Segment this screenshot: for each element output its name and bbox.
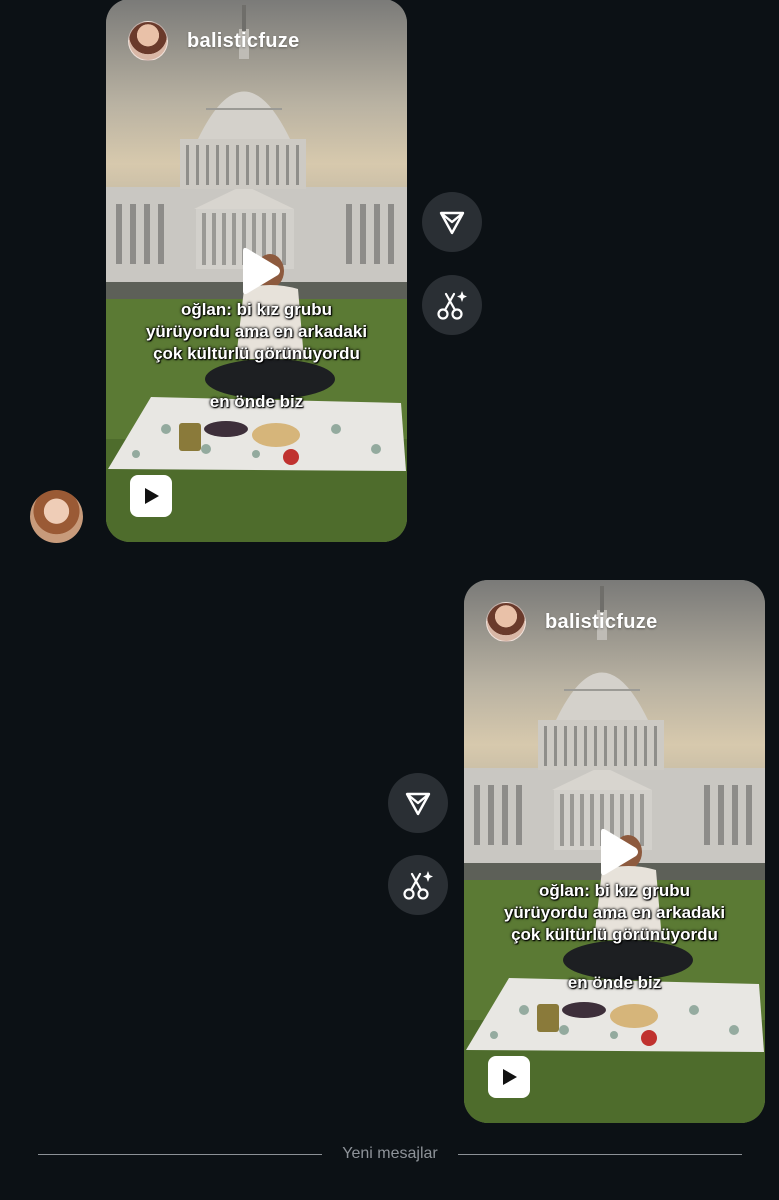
caption-line: oğlan: bi kız grubu xyxy=(538,881,691,900)
reels-play-icon xyxy=(130,475,172,517)
reel-caption: oğlan: bi kız grubu yürüyordu ama en ark… xyxy=(106,299,407,365)
ai-remix-icon xyxy=(403,871,433,900)
divider-line xyxy=(38,1153,323,1155)
reel-caption-sub: en önde biz xyxy=(567,973,662,992)
reel-caption-sub: en önde biz xyxy=(209,392,304,411)
play-icon[interactable] xyxy=(232,245,284,297)
divider-line xyxy=(457,1153,742,1155)
reel-caption: oğlan: bi kız grubu yürüyordu ama en ark… xyxy=(464,880,765,946)
caption-line: çok kültürlü görünüyordu xyxy=(153,344,360,363)
caption-line: çok kültürlü görünüyordu xyxy=(511,925,718,944)
ai-remix-button[interactable] xyxy=(422,275,482,335)
reel-header[interactable]: balisticfuze xyxy=(128,21,300,61)
caption-line: oğlan: bi kız grubu xyxy=(180,300,333,319)
reel-author-avatar[interactable] xyxy=(486,602,526,642)
reel-author-username[interactable]: balisticfuze xyxy=(187,30,300,53)
ai-remix-button[interactable] xyxy=(388,855,448,915)
new-messages-divider: Yeni mesajlar xyxy=(38,1145,742,1163)
share-icon xyxy=(405,792,431,816)
new-messages-label: Yeni mesajlar xyxy=(342,1145,438,1162)
shared-reel-card[interactable]: balisticfuze oğlan: bi kız grubu yürüyor… xyxy=(106,0,407,542)
caption-line: yürüyordu ama en arkadaki xyxy=(145,322,368,341)
share-button[interactable] xyxy=(422,192,482,252)
ai-remix-icon xyxy=(437,291,467,320)
reel-header[interactable]: balisticfuze xyxy=(486,602,658,642)
sender-avatar[interactable] xyxy=(30,490,83,543)
chat-thread: balisticfuze oğlan: bi kız grubu yürüyor… xyxy=(0,0,779,1200)
play-icon[interactable] xyxy=(590,826,642,878)
share-icon xyxy=(439,211,465,235)
share-button[interactable] xyxy=(388,773,448,833)
caption-line: yürüyordu ama en arkadaki xyxy=(503,903,726,922)
reel-author-avatar[interactable] xyxy=(128,21,168,61)
reels-play-icon xyxy=(488,1056,530,1098)
shared-reel-card[interactable]: balisticfuze oğlan: bi kız grubu yürüyor… xyxy=(464,580,765,1123)
reel-author-username[interactable]: balisticfuze xyxy=(545,611,658,634)
